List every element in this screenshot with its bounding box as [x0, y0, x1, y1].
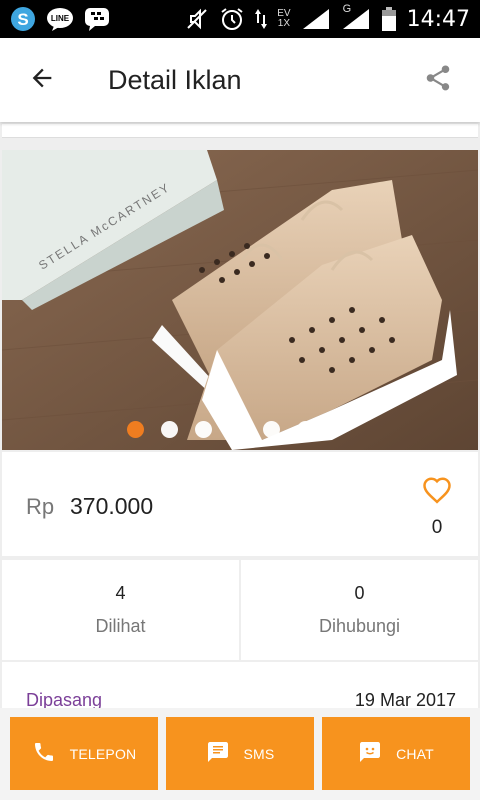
image-gallery[interactable]: STELLA McCARTNEY [2, 150, 478, 450]
call-button[interactable]: TELEPON [10, 717, 158, 790]
signal-icon-2: G [341, 3, 371, 31]
price-card: Rp 370.000 0 [2, 452, 478, 556]
views-label: Dilihat [95, 616, 146, 636]
call-label: TELEPON [69, 745, 137, 762]
gallery-dot[interactable] [296, 421, 314, 438]
chat-label: CHAT [396, 745, 434, 762]
gallery-dot[interactable] [126, 421, 144, 438]
stats-row: 4 Dilihat 0 Dihubungi [2, 560, 478, 660]
battery-icon [381, 6, 397, 32]
clock: 14:47 [406, 6, 470, 32]
signal-type-label: G [342, 3, 352, 15]
gallery-dot[interactable] [194, 421, 212, 438]
views-stat: 4 Dilihat [2, 560, 239, 660]
svg-text:LINE: LINE [51, 14, 70, 23]
status-bar: S LINE EV 1X G 14:47 [0, 0, 480, 38]
gallery-dot[interactable] [160, 421, 178, 438]
share-icon [423, 63, 453, 98]
gallery-pagination [2, 421, 478, 438]
app-bar: Detail Iklan [0, 38, 480, 122]
sms-label: SMS [243, 745, 275, 762]
svg-text:S: S [17, 10, 28, 29]
mute-icon [185, 7, 209, 31]
phone-icon [32, 740, 56, 767]
skype-icon: S [10, 6, 36, 32]
price-value: 370.000 [70, 493, 154, 519]
arrow-back-icon [28, 64, 56, 97]
favorite-count: 0 [431, 517, 443, 538]
alarm-icon [219, 6, 245, 32]
contacted-stat: 0 Dihubungi [241, 560, 478, 660]
chat-icon [358, 740, 382, 767]
product-photo: STELLA McCARTNEY [2, 150, 478, 450]
page-title: Detail Iklan [108, 64, 242, 95]
contacted-label: Dihubungi [318, 616, 401, 636]
network-type-bottom: 1X [277, 18, 291, 29]
chat-button[interactable]: CHAT [322, 717, 470, 790]
bbm-icon [84, 7, 110, 31]
message-icon [206, 740, 230, 767]
currency-label: Rp [26, 494, 55, 519]
share-button[interactable] [396, 38, 480, 122]
header-divider-strip [2, 124, 478, 138]
back-button[interactable] [0, 38, 84, 122]
gallery-dot[interactable] [228, 421, 246, 438]
signal-icon [301, 7, 331, 31]
contacted-count: 0 [354, 583, 365, 603]
data-arrows-icon [255, 7, 268, 31]
favorite-button[interactable]: 0 [416, 476, 458, 539]
action-bar: TELEPON SMS CHAT [0, 708, 480, 800]
gallery-dot[interactable] [262, 421, 280, 438]
views-count: 4 [115, 583, 126, 603]
heart-icon [422, 476, 452, 509]
line-icon: LINE [46, 7, 74, 31]
sms-button[interactable]: SMS [166, 717, 314, 790]
